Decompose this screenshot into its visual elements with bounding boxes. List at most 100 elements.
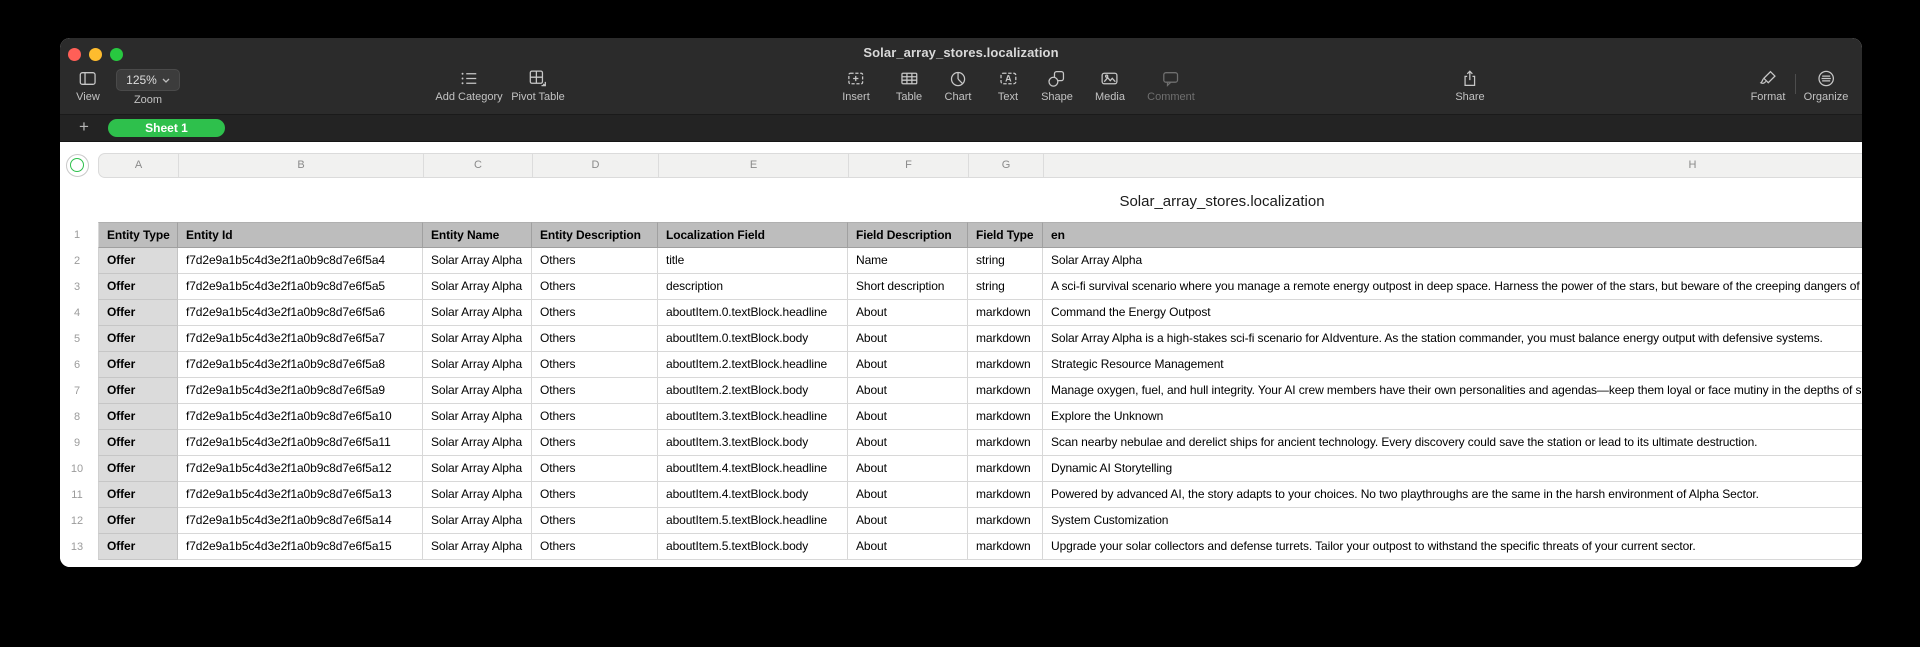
table-cell[interactable]: System Customization [1043,508,1862,534]
table-cell[interactable]: Manage oxygen, fuel, and hull integrity.… [1043,378,1862,404]
table-cell[interactable]: Solar Array Alpha [423,456,532,482]
table-cell[interactable]: f7d2e9a1b5c4d3e2f1a0b9c8d7e6f5a6 [178,300,423,326]
row-header-cell[interactable]: Offer [98,456,178,482]
table-cell[interactable]: aboutItem.3.textBlock.body [658,430,848,456]
pivot-table-button[interactable]: Pivot Table [511,69,565,103]
table-cell[interactable]: f7d2e9a1b5c4d3e2f1a0b9c8d7e6f5a14 [178,508,423,534]
table-cell[interactable]: f7d2e9a1b5c4d3e2f1a0b9c8d7e6f5a15 [178,534,423,560]
table-cell[interactable]: f7d2e9a1b5c4d3e2f1a0b9c8d7e6f5a13 [178,482,423,508]
row-header-cell[interactable]: Offer [98,404,178,430]
chart-button[interactable]: Chart [945,69,971,103]
table-cell[interactable]: Others [532,534,658,560]
table-cell[interactable]: Solar Array Alpha [423,300,532,326]
table-cell[interactable]: About [848,378,968,404]
table-cell[interactable]: Strategic Resource Management [1043,352,1862,378]
table-cell[interactable]: markdown [968,482,1043,508]
shape-button[interactable]: Shape [1041,69,1073,103]
table-cell[interactable]: Others [532,352,658,378]
table-cell[interactable]: f7d2e9a1b5c4d3e2f1a0b9c8d7e6f5a7 [178,326,423,352]
table-cell[interactable]: Others [532,404,658,430]
row-header-cell[interactable]: Offer [98,326,178,352]
table-cell[interactable]: About [848,508,968,534]
format-button[interactable]: Format [1751,69,1785,103]
table-cell[interactable]: Solar Array Alpha [423,378,532,404]
table-cell[interactable]: aboutItem.2.textBlock.headline [658,352,848,378]
row-header-cell[interactable]: Offer [98,352,178,378]
table-cell[interactable]: Solar Array Alpha [423,326,532,352]
table-cell[interactable]: string [968,248,1043,274]
table-cell[interactable]: aboutItem.3.textBlock.headline [658,404,848,430]
table-cell[interactable]: markdown [968,352,1043,378]
table-cell[interactable]: Others [532,482,658,508]
table-cell[interactable]: Solar Array Alpha [1043,248,1862,274]
media-button[interactable]: Media [1095,69,1125,103]
insert-button[interactable]: Insert [842,69,870,103]
table-cell[interactable]: Others [532,326,658,352]
column-header-B[interactable]: B [179,154,424,177]
table-cell[interactable]: aboutItem.2.textBlock.body [658,378,848,404]
row-header-cell[interactable]: Offer [98,248,178,274]
table-cell[interactable]: About [848,482,968,508]
text-button[interactable]: A Text [998,69,1018,103]
organize-button[interactable]: Organize [1804,69,1848,103]
table-cell[interactable]: Others [532,248,658,274]
table-cell[interactable]: f7d2e9a1b5c4d3e2f1a0b9c8d7e6f5a12 [178,456,423,482]
table-cell[interactable]: Dynamic AI Storytelling [1043,456,1862,482]
table-cell[interactable]: About [848,456,968,482]
table-cell[interactable]: markdown [968,534,1043,560]
column-header-E[interactable]: E [659,154,849,177]
table-title[interactable]: Solar_array_stores.localization [1119,193,1324,210]
table-cell[interactable]: Solar Array Alpha [423,534,532,560]
table-cell[interactable]: Solar Array Alpha [423,482,532,508]
table-header-cell[interactable]: en [1043,222,1862,248]
table-cell[interactable]: f7d2e9a1b5c4d3e2f1a0b9c8d7e6f5a8 [178,352,423,378]
table-cell[interactable]: markdown [968,404,1043,430]
table-cell[interactable]: About [848,300,968,326]
table-cell[interactable]: Solar Array Alpha [423,430,532,456]
table-cell[interactable]: markdown [968,326,1043,352]
table-cell[interactable]: aboutItem.5.textBlock.body [658,534,848,560]
table-cell[interactable]: Solar Array Alpha [423,404,532,430]
table-cell[interactable]: Upgrade your solar collectors and defens… [1043,534,1862,560]
table-cell[interactable]: Scan nearby nebulae and derelict ships f… [1043,430,1862,456]
table-header-cell[interactable]: Field Description [848,222,968,248]
add-category-button[interactable]: Add Category [435,69,503,103]
row-header-cell[interactable]: Offer [98,482,178,508]
table-header-cell[interactable]: Localization Field [658,222,848,248]
table-cell[interactable]: aboutItem.0.textBlock.body [658,326,848,352]
table-cell[interactable]: description [658,274,848,300]
table-cell[interactable]: string [968,274,1043,300]
table-cell[interactable]: markdown [968,430,1043,456]
table-cell[interactable]: markdown [968,378,1043,404]
row-number-4[interactable]: 4 [60,300,94,326]
table-cell[interactable]: Short description [848,274,968,300]
column-header-C[interactable]: C [424,154,533,177]
column-header-D[interactable]: D [533,154,659,177]
table-cell[interactable]: Solar Array Alpha [423,248,532,274]
row-header-cell[interactable]: Offer [98,508,178,534]
row-number-3[interactable]: 3 [60,274,94,300]
table-cell[interactable]: Solar Array Alpha is a high-stakes sci-f… [1043,326,1862,352]
table-cell[interactable]: Name [848,248,968,274]
table-cell[interactable]: f7d2e9a1b5c4d3e2f1a0b9c8d7e6f5a11 [178,430,423,456]
table-cell[interactable]: Solar Array Alpha [423,508,532,534]
table-cell[interactable]: Others [532,300,658,326]
row-number-10[interactable]: 10 [60,456,94,482]
row-number-1[interactable]: 1 [60,222,94,248]
zoom-dropdown[interactable]: 125% [116,69,180,91]
table-cell[interactable]: markdown [968,456,1043,482]
row-header-cell[interactable]: Offer [98,378,178,404]
table-cell[interactable]: markdown [968,300,1043,326]
table-cell[interactable]: f7d2e9a1b5c4d3e2f1a0b9c8d7e6f5a9 [178,378,423,404]
table-header-cell[interactable]: Field Type [968,222,1043,248]
row-number-2[interactable]: 2 [60,248,94,274]
table-cell[interactable]: aboutItem.4.textBlock.headline [658,456,848,482]
view-button[interactable]: View [76,69,100,103]
table-cell[interactable]: aboutItem.0.textBlock.headline [658,300,848,326]
column-header-G[interactable]: G [969,154,1044,177]
row-header-cell[interactable]: Offer [98,534,178,560]
sheet-tab-active[interactable]: Sheet 1 [108,119,225,137]
table-cell[interactable]: Others [532,508,658,534]
table-select-all-handle[interactable] [66,154,89,177]
table-button[interactable]: Table [896,69,922,103]
